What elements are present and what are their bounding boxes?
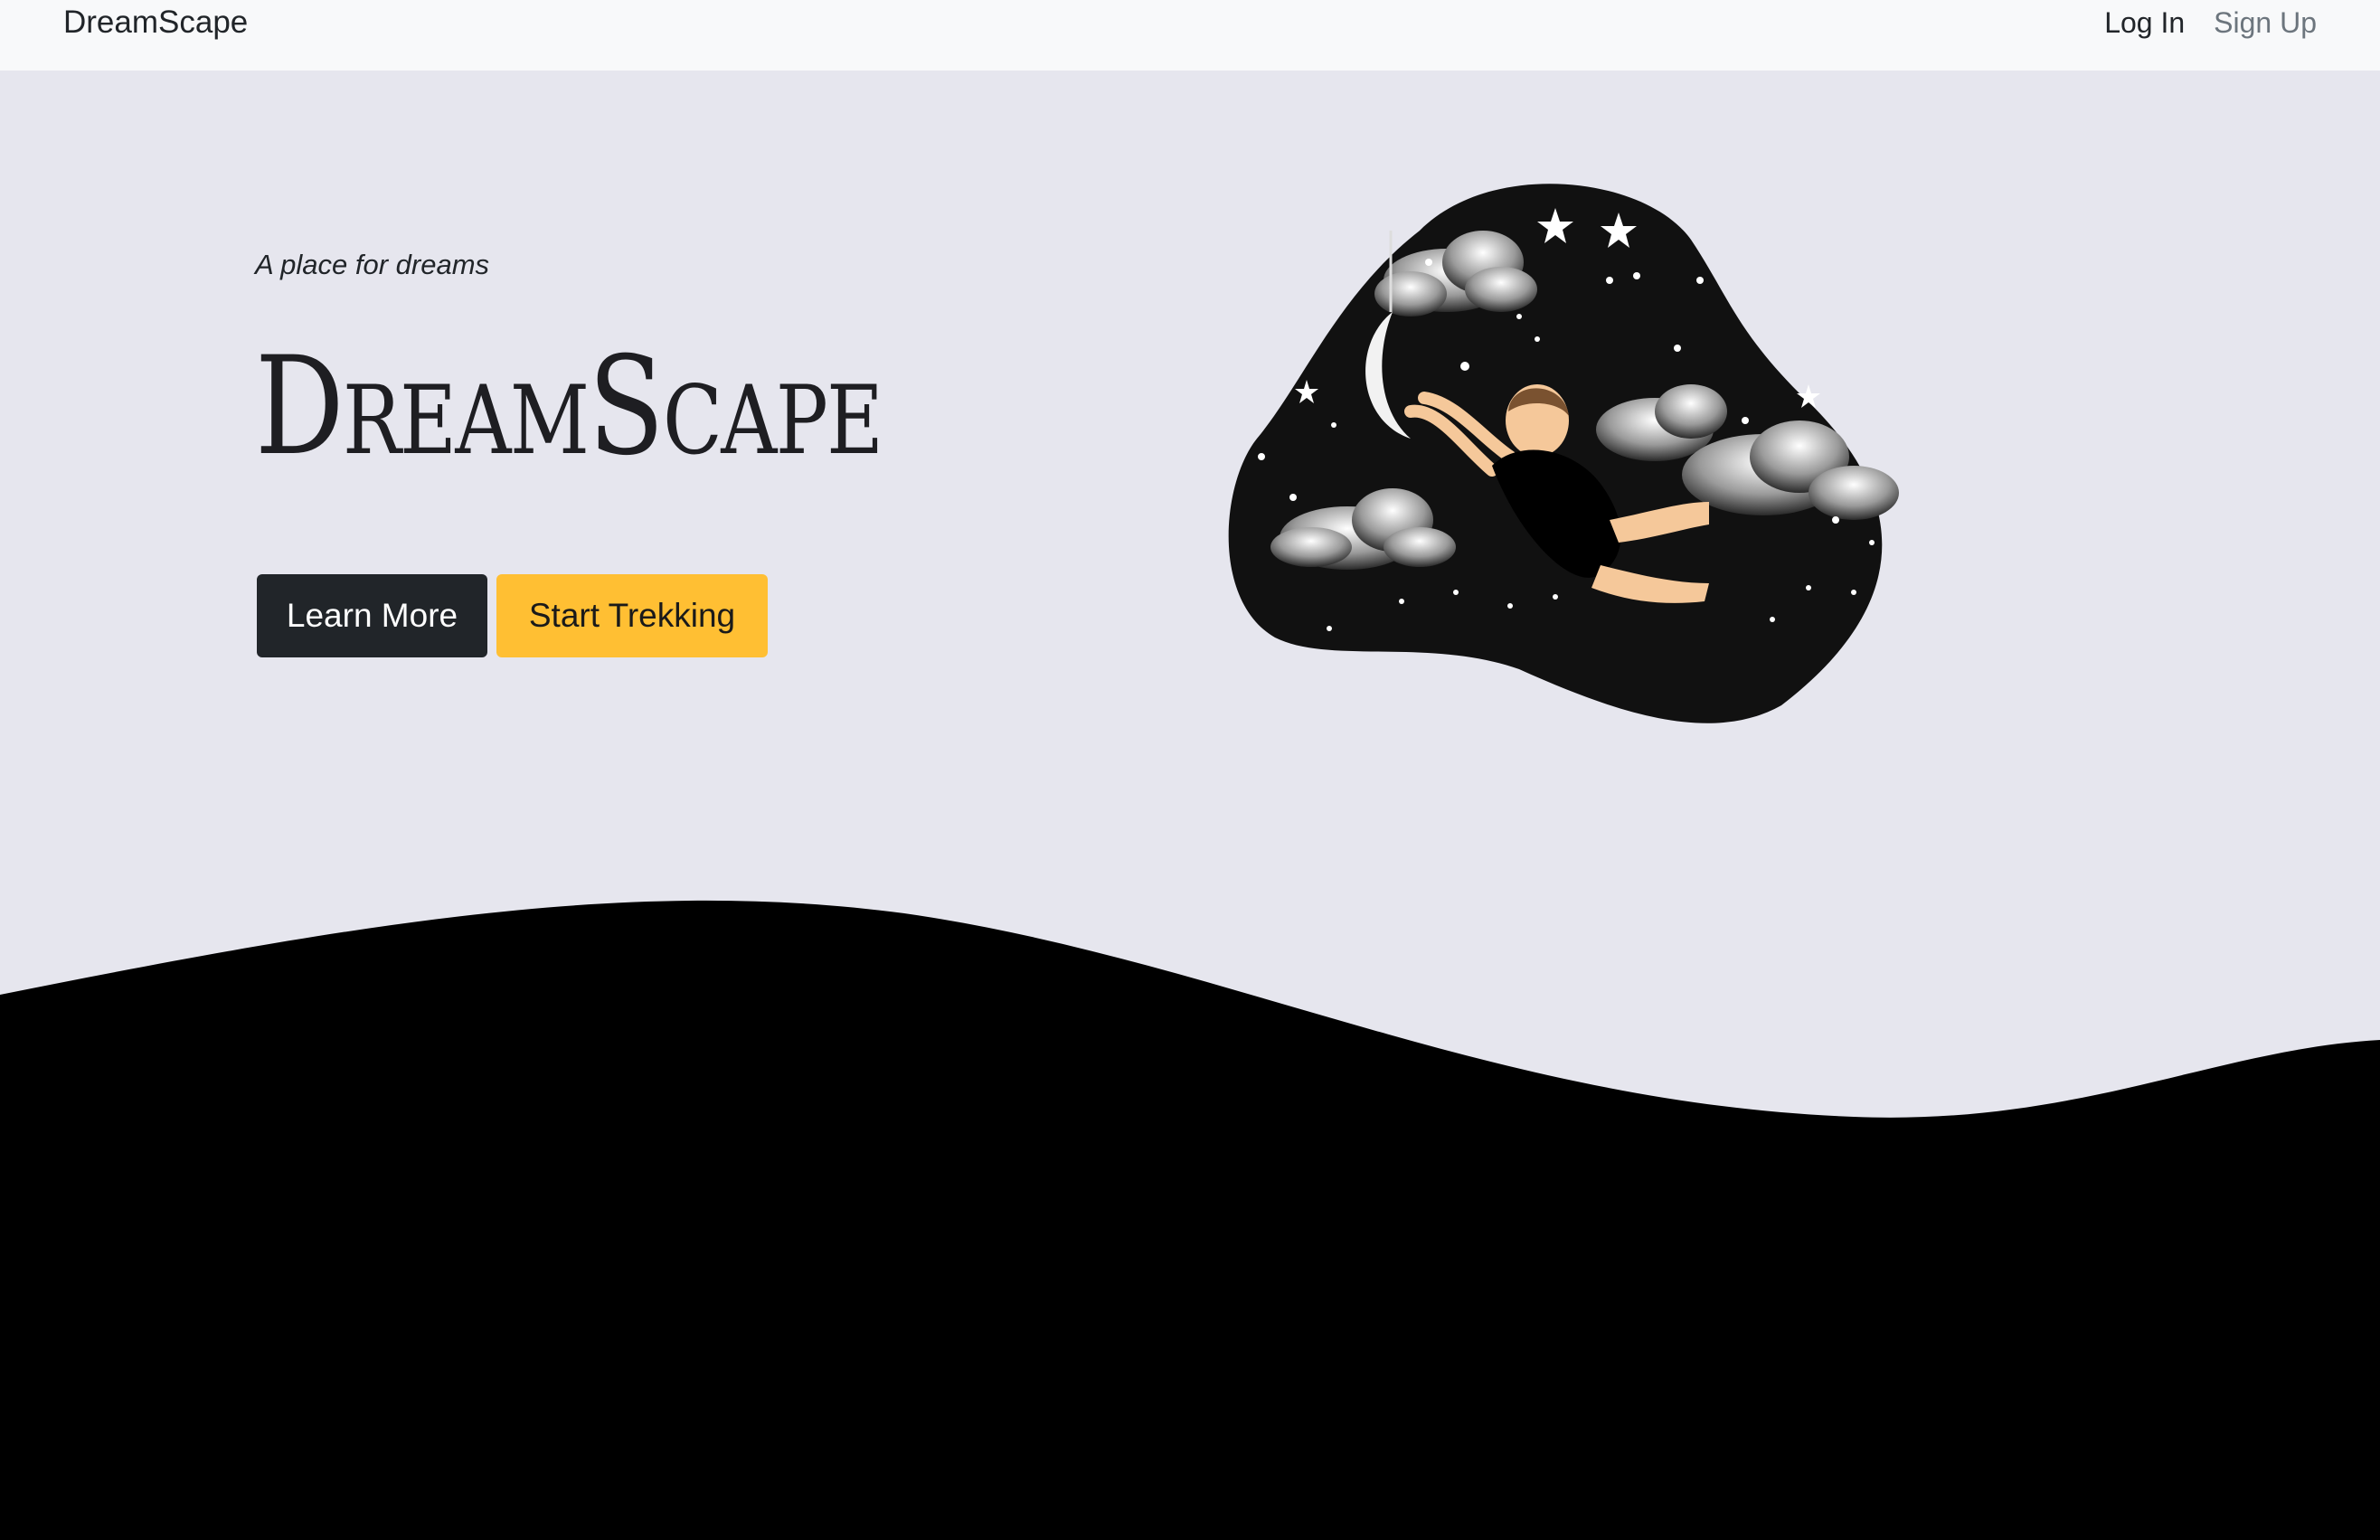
start-trekking-button[interactable]: Start Trekking [496, 574, 768, 657]
wave-divider [0, 900, 2380, 1540]
signup-link[interactable]: Sign Up [2214, 4, 2317, 42]
nav-links: Log In Sign Up [2104, 4, 2317, 42]
learn-more-button[interactable]: Learn More [257, 574, 487, 657]
navbar: DreamScape Log In Sign Up [0, 0, 2380, 71]
cloud-icon [1374, 231, 1537, 317]
brand-link[interactable]: DreamScape [63, 4, 248, 42]
hero-title: DreamScape [255, 328, 883, 486]
landing-page: DreamScape Log In Sign Up A place for dr… [0, 0, 2380, 1540]
login-link[interactable]: Log In [2104, 4, 2185, 42]
dreamer-illustration [1228, 184, 1899, 723]
hero-tagline: A place for dreams [255, 249, 490, 280]
